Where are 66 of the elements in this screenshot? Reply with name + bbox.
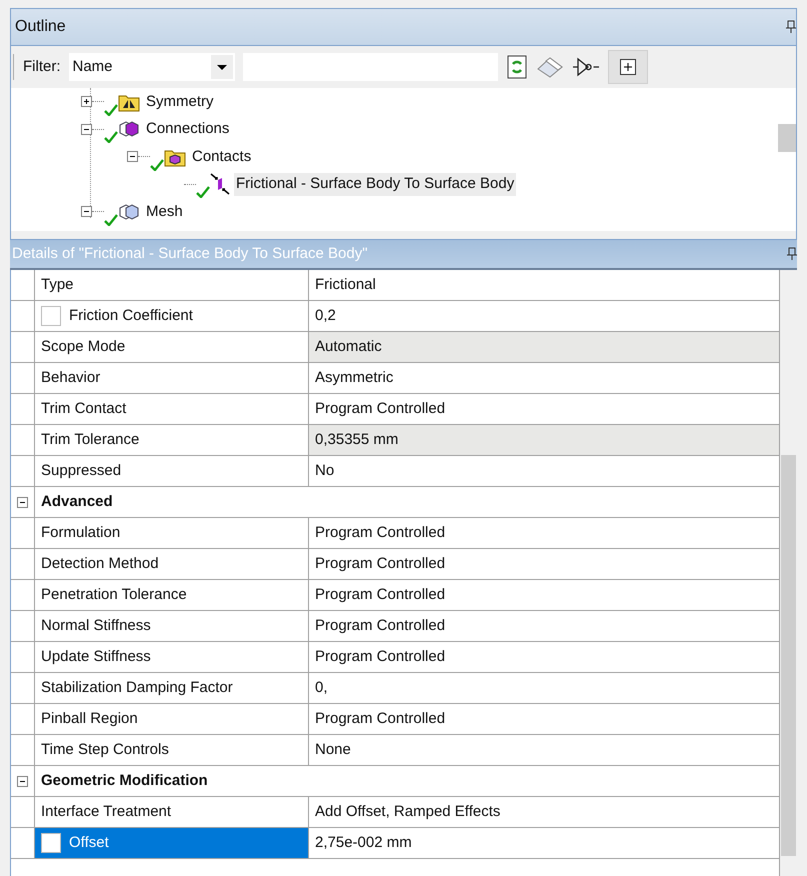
property-name[interactable]: Stabilization Damping Factor (34, 673, 309, 703)
property-name[interactable]: Interface Treatment (34, 797, 309, 827)
check-icon (150, 158, 164, 170)
collapse-icon[interactable] (17, 776, 28, 786)
refresh-icon[interactable] (506, 55, 528, 79)
check-icon (104, 104, 118, 116)
cubes-icon (118, 119, 140, 140)
checkbox[interactable] (41, 833, 61, 853)
property-name[interactable]: Friction Coefficient (34, 301, 309, 331)
property-name[interactable]: Update Stiffness (34, 642, 309, 672)
property-name[interactable]: Normal Stiffness (34, 611, 309, 641)
property-value[interactable]: No (309, 456, 779, 486)
property-value[interactable]: Add Offset, Ramped Effects (309, 797, 779, 827)
property-name[interactable]: Time Step Controls (34, 735, 309, 765)
property-value[interactable]: Program Controlled (309, 580, 779, 610)
contact-icon (210, 173, 230, 196)
property-name[interactable]: Formulation (34, 518, 309, 548)
pin-icon[interactable] (786, 20, 796, 34)
eraser-icon[interactable] (536, 55, 564, 79)
property-name[interactable]: Type (34, 270, 309, 300)
filter-label: Filter: (23, 56, 60, 77)
tree-item[interactable]: Contacts (190, 146, 254, 168)
collapse-icon[interactable] (127, 151, 138, 162)
tree-item[interactable]: Frictional - Surface Body To Surface Body (234, 173, 516, 196)
property-value[interactable]: 0, (309, 673, 779, 703)
property-value[interactable]: 0,35355 mm (309, 425, 779, 455)
filter-dropdown[interactable]: Name (68, 53, 234, 81)
caret-icon (210, 55, 232, 79)
property-value[interactable]: Frictional (309, 270, 779, 300)
property-value[interactable]: Program Controlled (309, 642, 779, 672)
collapse-icon[interactable] (17, 496, 28, 508)
tree-item[interactable]: Connections (144, 118, 232, 140)
panel-title: Details of "Frictional - Surface Body To Surface Body" (12, 244, 368, 264)
collapse-icon[interactable] (81, 124, 92, 135)
tree-item[interactable]: Mesh (144, 200, 185, 223)
check-icon (104, 214, 118, 226)
property-value[interactable]: Program Controlled (309, 549, 779, 579)
property-value[interactable]: Asymmetric (309, 363, 779, 393)
property-value[interactable]: Program Controlled (309, 518, 779, 548)
gate-icon[interactable] (572, 57, 600, 77)
check-icon (196, 186, 210, 198)
expand-all-button[interactable] (608, 50, 648, 84)
property-name[interactable]: Suppressed (34, 456, 309, 486)
tree-item[interactable]: Symmetry (144, 90, 216, 113)
property-name[interactable]: Behavior (34, 363, 309, 393)
plus-box-icon (620, 59, 636, 75)
property-value[interactable]: None (309, 735, 779, 765)
property-value[interactable]: 2,75e-002 mm (309, 828, 779, 858)
property-name[interactable]: Pinball Region (34, 704, 309, 734)
cubes-icon (118, 202, 140, 222)
collapse-icon[interactable] (81, 206, 92, 218)
property-name[interactable]: Detection Method (34, 549, 309, 579)
panel-title: Outline (15, 17, 66, 37)
property-value[interactable]: 0,2 (309, 301, 779, 331)
check-icon (104, 131, 118, 143)
property-value[interactable]: Program Controlled (309, 704, 779, 734)
property-name[interactable]: Offset (34, 828, 309, 858)
property-value[interactable]: Program Controlled (309, 394, 779, 424)
scrollbar[interactable] (779, 270, 797, 876)
property-value[interactable]: Program Controlled (309, 611, 779, 641)
property-value[interactable]: Automatic (309, 332, 779, 362)
property-name[interactable]: Trim Contact (34, 394, 309, 424)
pin-icon[interactable] (787, 247, 797, 261)
checkbox[interactable] (41, 306, 61, 326)
expand-icon[interactable] (81, 96, 92, 108)
property-name[interactable]: Penetration Tolerance (34, 580, 309, 610)
